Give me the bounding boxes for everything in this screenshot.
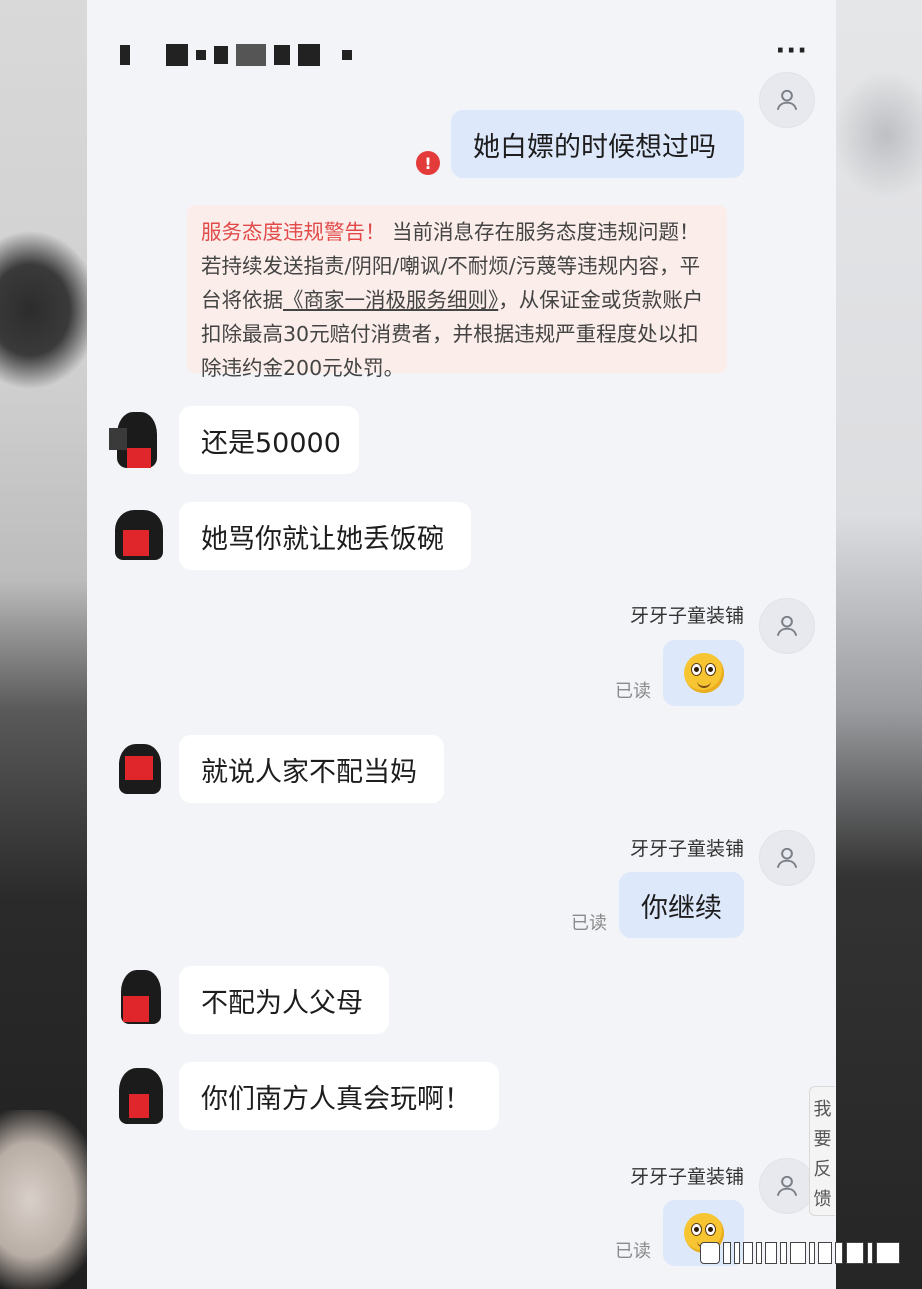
read-status: 已读 [615, 681, 651, 702]
customer-avatar [109, 1064, 169, 1126]
message-bubble-in: 你们南方人真会玩啊！ [179, 1062, 499, 1130]
customer-avatar [109, 740, 169, 802]
more-menu-icon[interactable]: ··· [775, 36, 808, 66]
send-failed-icon[interactable]: ! [416, 151, 440, 175]
feedback-button[interactable]: 我 要 反 馈 [809, 1086, 835, 1216]
chat-screen: ··· ! 她白嫖的时候想过吗 服务态度违规警告！ 当前消息存在服务态度违规问题… [87, 0, 836, 1289]
message-bubble-in: 还是50000 [179, 406, 359, 474]
pixelated-contact-name [120, 44, 352, 66]
seller-name: 牙牙子童装铺 [629, 838, 744, 860]
chat-header: ··· [87, 0, 836, 100]
customer-avatar [109, 410, 169, 472]
violation-warning-notice: 服务态度违规警告！ 当前消息存在服务态度违规问题！若持续发送指责/阴阳/嘲讽/不… [187, 205, 727, 380]
message-bubble-out: 她白嫖的时候想过吗 [451, 110, 744, 178]
seller-name: 牙牙子童装铺 [629, 1166, 744, 1188]
seller-name: 牙牙子童装铺 [629, 605, 744, 627]
customer-avatar [109, 506, 169, 568]
emoji-message-out [663, 640, 744, 706]
seller-avatar [759, 830, 815, 886]
customer-avatar [109, 968, 169, 1030]
message-bubble-out: 你继续 [619, 872, 744, 938]
seller-avatar [759, 598, 815, 654]
message-bubble-in: 她骂你就让她丢饭碗 [179, 502, 471, 570]
watermark-logo [700, 1238, 900, 1268]
message-bubble-in: 就说人家不配当妈 [179, 735, 444, 803]
read-status: 已读 [571, 913, 607, 934]
message-bubble-in: 不配为人父母 [179, 966, 389, 1034]
seller-avatar [759, 72, 815, 128]
rules-link[interactable]: 《商家一消极服务细则》 [283, 288, 498, 312]
smile-emoji-icon [683, 653, 724, 693]
seller-avatar [759, 1158, 815, 1214]
read-status: 已读 [615, 1241, 651, 1262]
